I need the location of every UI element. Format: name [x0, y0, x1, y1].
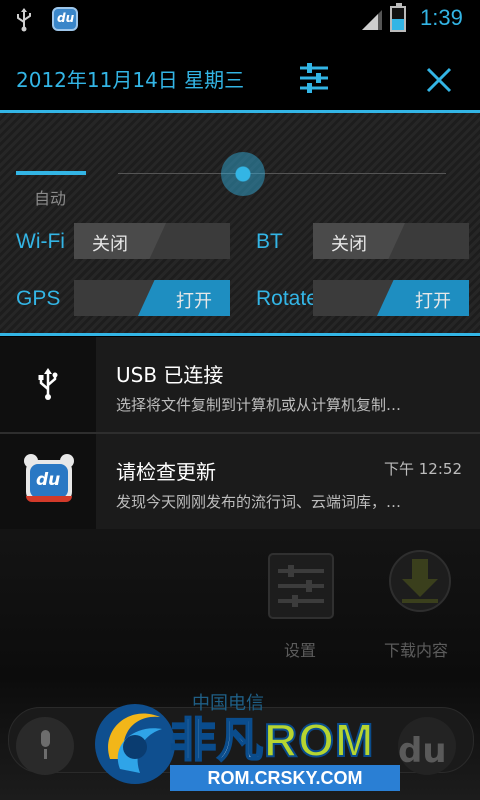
du-app-icon: du [24, 454, 74, 502]
watermark-url: ROM.CRSKY.COM [170, 765, 400, 791]
voice-search-button[interactable] [16, 717, 74, 775]
watermark-du: du [398, 731, 447, 771]
brightness-auto-toggle[interactable] [16, 171, 86, 175]
gps-label: GPS [16, 287, 61, 310]
bt-state: 关闭 [331, 234, 367, 255]
notification-description: 发现今天刚刚发布的流行词、云端词库，… [116, 493, 402, 511]
notification-update[interactable]: du 请检查更新 下午 12:52 发现今天刚刚发布的流行词、云端词库，… [0, 434, 480, 529]
usb-icon [38, 368, 58, 400]
notification-icon-box: du [0, 434, 96, 529]
watermark-brand-right: ROM [263, 713, 375, 767]
wifi-label: Wi-Fi [16, 230, 65, 253]
settings-sliders-icon[interactable] [298, 62, 330, 94]
microphone-icon [41, 730, 50, 747]
wifi-state: 关闭 [92, 234, 128, 255]
clock: 1:39 [420, 5, 463, 30]
quick-settings-panel: 自动 Wi-Fi 关闭 BT 关闭 GPS 打开 Rotate 打开 [0, 113, 480, 333]
notification-title: 请检查更新 [116, 460, 216, 484]
notification-description: 选择将文件复制到计算机或从计算机复制… [116, 396, 402, 414]
usb-icon [17, 8, 31, 32]
watermark-brand-left: 非凡 [169, 713, 264, 767]
rotate-state: 打开 [415, 291, 451, 312]
rotate-label: Rotate [256, 287, 318, 310]
du-notification-icon: du [52, 7, 78, 31]
notification-usb[interactable]: USB 已连接 选择将文件复制到计算机或从计算机复制… [0, 337, 480, 432]
rotate-toggle[interactable]: 打开 [313, 280, 469, 316]
crsky-logo-swirl [95, 704, 175, 784]
date-label: 2012年11月14日 星期三 [16, 68, 245, 92]
gps-state: 打开 [176, 291, 212, 312]
brightness-slider-track[interactable] [118, 173, 446, 174]
gps-toggle[interactable]: 打开 [74, 280, 230, 316]
watermark-brand: 非凡ROM [169, 704, 375, 770]
notification-header: 2012年11月14日 星期三 [0, 38, 480, 110]
bt-toggle[interactable]: 关闭 [313, 223, 469, 259]
brightness-slider-thumb[interactable] [220, 152, 265, 196]
quick-panel-divider [0, 333, 480, 336]
settings-app-icon[interactable] [268, 553, 334, 619]
downloads-app-label: 下载内容 [384, 641, 449, 660]
downloads-app-icon[interactable] [388, 549, 452, 613]
settings-app-label: 设置 [284, 641, 317, 660]
wifi-toggle[interactable]: 关闭 [74, 223, 230, 259]
notification-title: USB 已连接 [116, 363, 224, 387]
battery-icon [390, 3, 406, 32]
notification-time: 下午 12:52 [384, 460, 462, 478]
close-icon[interactable] [425, 66, 453, 94]
signal-strength-icon [362, 10, 382, 30]
notification-icon-box [0, 337, 96, 432]
home-screen-background: 设置 下载内容 中国电信 非凡ROM ROM.CRSKY.COM du [0, 529, 480, 800]
status-bar: du 1:39 [0, 0, 480, 38]
bt-label: BT [256, 230, 283, 253]
brightness-auto-label: 自动 [34, 189, 67, 208]
